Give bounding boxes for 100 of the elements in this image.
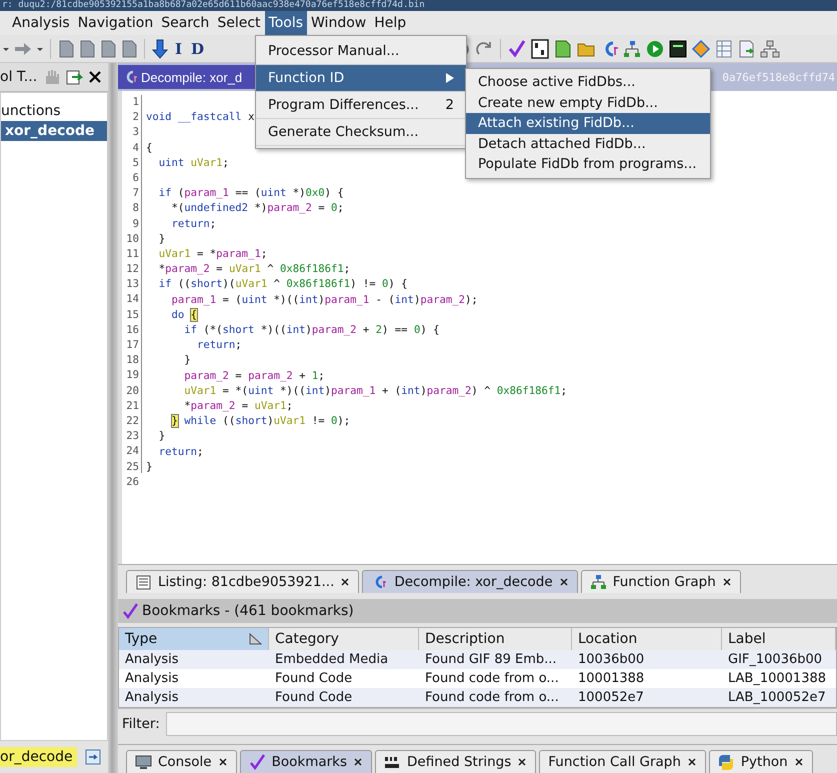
menu-item[interactable]: Choose active FidDbs...	[466, 72, 710, 92]
code-line: do {	[170, 308, 198, 323]
table-cell-text: 10036b00	[577, 652, 646, 667]
line-number: 16	[125, 322, 139, 338]
panel-tab[interactable]: Function Graph	[580, 570, 741, 593]
checkmark-icon	[248, 754, 266, 770]
panel-tab[interactable]: Python	[708, 750, 813, 773]
code-line: {	[146, 140, 152, 156]
table-icon[interactable]	[714, 38, 734, 58]
code-line: if (param_1 == (uint *)0x0) {	[158, 186, 344, 202]
line-number: 4	[132, 140, 139, 156]
line-number: 1	[132, 95, 139, 110]
line-number: 12	[125, 262, 139, 278]
table-cell-text: LAB_10001388	[727, 671, 828, 686]
diamond-icon[interactable]	[691, 38, 712, 58]
menu-item[interactable]: Navigation	[74, 11, 158, 35]
line-number: 15	[125, 308, 139, 323]
document-icon[interactable]	[57, 38, 75, 58]
terminal-icon[interactable]	[668, 38, 688, 58]
line-number: 19	[125, 368, 139, 384]
code-line: } while ((short)uVar1 != 0);	[170, 414, 350, 430]
line-number: 2	[132, 110, 139, 126]
menu-item[interactable]: Create new empty FidDb...	[466, 92, 710, 113]
table-cell-text: Analysis	[124, 690, 180, 705]
menu-item[interactable]: Analysis	[8, 11, 74, 35]
filter-field[interactable]	[166, 712, 837, 736]
code-line: }	[158, 232, 166, 247]
document-icon[interactable]	[120, 38, 138, 58]
file-hash: 0a76ef518e8cffd74	[722, 70, 836, 84]
document-icon[interactable]	[78, 38, 96, 58]
code-line: *(undefined2 *)param_2 = 0;	[170, 201, 344, 216]
panel-title: Bookmarks - (461 bookmarks)	[142, 603, 354, 619]
export-icon[interactable]	[65, 68, 84, 86]
tree-diagram-icon[interactable]	[622, 38, 642, 58]
list-icon	[135, 574, 152, 590]
close-icon[interactable]	[88, 70, 102, 84]
close-icon[interactable]	[353, 757, 364, 767]
table-cell-text: LAB_100052e7	[727, 690, 827, 705]
close-icon[interactable]	[722, 577, 732, 587]
menu-item[interactable]: Function ID	[256, 65, 466, 92]
close-icon[interactable]	[794, 757, 804, 767]
go-to-icon[interactable]	[84, 749, 101, 765]
line-number: 17	[125, 338, 139, 353]
filter-field[interactable]: or_decode	[0, 747, 77, 767]
line-number: 23	[125, 429, 139, 444]
python-icon	[718, 754, 735, 770]
panel-tab[interactable]: Function Call Graph	[539, 750, 706, 773]
table-cell-text: 100052e7	[577, 690, 645, 705]
panel-tab[interactable]: Listing: 81cdbe9053921...	[126, 570, 360, 593]
checkmark-icon	[122, 603, 138, 619]
code-line: return;	[196, 338, 242, 354]
table-cell-text: Found code from o...	[424, 690, 560, 705]
line-number: 8	[132, 201, 139, 216]
panel-tab[interactable]: Bookmarks	[240, 750, 372, 773]
network-icon[interactable]	[760, 38, 780, 58]
menu-item[interactable]: Populate FidDb from programs...	[466, 154, 710, 174]
line-number: 14	[125, 292, 139, 308]
close-icon[interactable]	[686, 757, 697, 767]
code-line: void __fastcall x	[146, 110, 254, 126]
menu-item[interactable]: Search	[157, 11, 214, 35]
checkmark-icon[interactable]	[507, 38, 528, 58]
tree-item[interactable]: unctions	[1, 101, 107, 121]
down-arrow-icon[interactable]	[151, 38, 169, 58]
table-cell-text: 10001388	[577, 671, 646, 686]
column-header[interactable]: Type	[119, 628, 269, 650]
menu-item[interactable]: Detach attached FidDb...	[466, 134, 710, 154]
menu-item[interactable]: Attach existing FidDb...	[466, 113, 710, 134]
close-icon[interactable]	[218, 757, 228, 767]
line-number: 5	[132, 156, 139, 171]
code-line: uVar1 = *param_1;	[158, 246, 268, 262]
window-title: r: duqu2:/81cdbe905392155a1ba8b687a02e65d611b60aac938e470a76ef518e8cffd74d.bin	[1, 0, 426, 10]
close-icon[interactable]	[558, 577, 569, 587]
toolbar-button[interactable]: I	[172, 40, 186, 58]
tree-item[interactable]: xor_decode	[1, 121, 107, 141]
table-cell-text: Found code from o...	[424, 671, 560, 686]
line-number: 3	[132, 125, 139, 140]
menu-item[interactable]: Window	[307, 11, 370, 35]
document-icon[interactable]	[99, 38, 117, 58]
panel-tab[interactable]: Defined Strings	[375, 750, 536, 773]
menu-item[interactable]: Help	[370, 11, 410, 35]
play-icon[interactable]	[645, 38, 666, 58]
table-cell-text: GIF_10036b00	[727, 652, 824, 667]
line-number: 11	[125, 246, 139, 262]
close-icon[interactable]	[340, 577, 350, 587]
splitter-handle[interactable]	[108, 63, 118, 773]
line-number: 25	[125, 460, 139, 474]
table-cell-text: Found GIF 89 Emb...	[424, 652, 558, 667]
close-icon[interactable]	[517, 757, 528, 767]
line-number: 18	[125, 353, 139, 368]
code-line: }	[146, 460, 152, 475]
line-number: 6	[132, 170, 139, 186]
code-line: if ((short)(uVar1 ^ 0x86f186f1) != 0) {	[158, 277, 408, 292]
panel-title: ol T...	[0, 69, 38, 85]
toolbar-button[interactable]: D	[188, 40, 208, 58]
menu-item[interactable]: Tools	[264, 11, 308, 35]
menu-item[interactable]: Select	[213, 11, 265, 35]
panel-tab[interactable]: Console	[126, 750, 237, 773]
table-cell-text: Found Code	[274, 671, 354, 686]
document-icon[interactable]	[553, 38, 574, 58]
panel-tab[interactable]: Decompile: xor_decode	[362, 570, 578, 593]
